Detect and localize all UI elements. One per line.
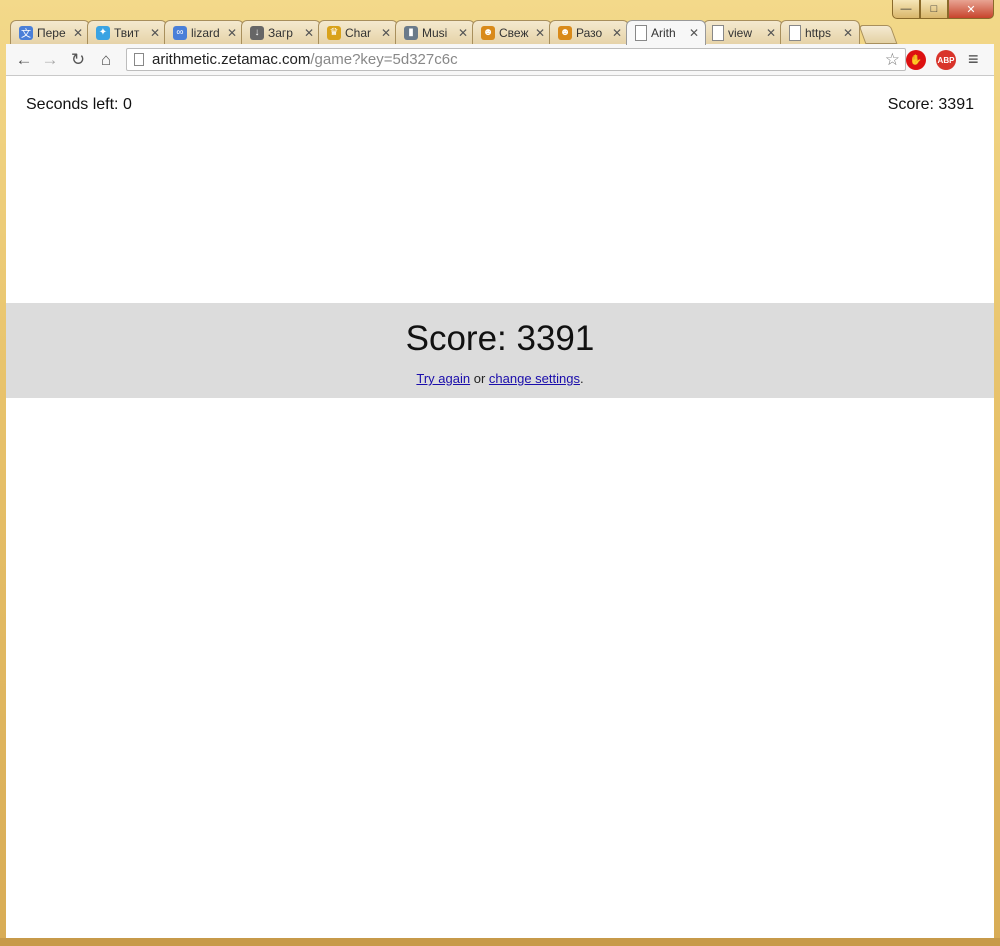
end-links: Try again or change settings. <box>6 371 994 386</box>
translate-icon: 文 <box>19 25 33 40</box>
page-icon <box>712 24 724 41</box>
tab-label: Char <box>345 25 372 40</box>
browser-window: — □ ✕ 文 Пере ✕ ✦ Твит ✕ ∞ lizard ✕ ↓ Загр ✕ ♛ Char ✕ ▮ M… <box>0 0 1000 946</box>
tab-close-icon[interactable]: ✕ <box>458 26 468 40</box>
tab-label: Твит <box>114 25 140 40</box>
tab-7[interactable]: ☻ Свеж ✕ <box>472 20 552 44</box>
tab-close-icon[interactable]: ✕ <box>304 26 314 40</box>
tab-8[interactable]: ☻ Разо ✕ <box>549 20 629 44</box>
tab-2[interactable]: ✦ Твит ✕ <box>87 20 167 44</box>
minimize-button[interactable]: — <box>892 0 920 19</box>
tab-label: Разо <box>576 25 603 40</box>
tab-label: Свеж <box>499 25 529 40</box>
tab-10[interactable]: view ✕ <box>703 20 783 44</box>
window-bottom-border <box>0 938 1000 946</box>
tab-label: Arith <box>651 26 676 40</box>
menu-icon[interactable]: ≡ <box>968 49 979 70</box>
home-button[interactable]: ⌂ <box>96 50 116 70</box>
face-icon: ☻ <box>558 25 572 40</box>
bookmark-star-icon[interactable]: ☆ <box>885 50 900 70</box>
tab-close-icon[interactable]: ✕ <box>612 26 622 40</box>
tab-4[interactable]: ↓ Загр ✕ <box>241 20 321 44</box>
game-over-banner: Score: 3391 Try again or change settings… <box>6 303 994 398</box>
tab-close-icon[interactable]: ✕ <box>689 26 699 40</box>
tab-6[interactable]: ▮ Musi ✕ <box>395 20 475 44</box>
current-score: Score: 3391 <box>887 96 974 113</box>
window-controls: — □ ✕ <box>892 0 994 20</box>
music-icon: ▮ <box>404 25 418 40</box>
browser-toolbar: ← → ↻ ⌂ arithmetic.zetamac.com/game?key=… <box>6 44 994 76</box>
new-tab-button[interactable] <box>858 25 898 44</box>
period-text: . <box>579 371 584 386</box>
stop-extension-icon[interactable]: ✋ <box>906 50 926 70</box>
tab-label: https <box>805 25 832 40</box>
link-icon: ∞ <box>173 25 187 40</box>
tab-close-icon[interactable]: ✕ <box>73 26 83 40</box>
tab-close-icon[interactable]: ✕ <box>766 26 776 40</box>
tab-5[interactable]: ♛ Char ✕ <box>318 20 398 44</box>
tab-strip: 文 Пере ✕ ✦ Твит ✕ ∞ lizard ✕ ↓ Загр ✕ ♛ Char ✕ ▮ Musi ✕ ☻ С… <box>6 18 946 45</box>
page-content: Seconds left: 0 Score: 3391 Score: 3391 … <box>6 76 994 938</box>
face-icon: ☻ <box>481 25 495 40</box>
tab-label: view <box>728 25 753 40</box>
url-host: arithmetic.zetamac.com <box>152 51 311 68</box>
tab-close-icon[interactable]: ✕ <box>227 26 237 40</box>
try-again-link[interactable]: Try again <box>416 371 470 386</box>
address-bar[interactable]: arithmetic.zetamac.com/game?key=5d327c6c… <box>126 48 906 71</box>
forward-button[interactable]: → <box>40 50 60 70</box>
tab-close-icon[interactable]: ✕ <box>535 26 545 40</box>
url-path: /game?key=5d327c6c <box>310 51 458 68</box>
page-icon <box>134 53 144 66</box>
close-window-button[interactable]: ✕ <box>948 0 994 19</box>
maximize-button[interactable]: □ <box>920 0 948 19</box>
tab-label: Пере <box>37 25 66 40</box>
page-icon <box>789 24 801 41</box>
tab-9[interactable]: Arith ✕ <box>626 20 706 45</box>
reload-button[interactable]: ↻ <box>68 50 88 70</box>
tab-label: Musi <box>422 25 448 40</box>
or-text: or <box>470 371 489 386</box>
crown-icon: ♛ <box>327 25 341 40</box>
tab-close-icon[interactable]: ✕ <box>150 26 160 40</box>
tab-close-icon[interactable]: ✕ <box>381 26 391 40</box>
tab-close-icon[interactable]: ✕ <box>843 26 853 40</box>
seconds-left: Seconds left: 0 <box>26 96 132 113</box>
tab-label: Загр <box>268 25 293 40</box>
tab-1[interactable]: 文 Пере ✕ <box>10 20 90 44</box>
download-icon: ↓ <box>250 25 264 40</box>
adblock-plus-icon[interactable]: ABP <box>936 50 956 70</box>
tab-11[interactable]: https ✕ <box>780 20 860 44</box>
tab-label: lizard <box>191 25 220 40</box>
tab-3[interactable]: ∞ lizard ✕ <box>164 20 244 44</box>
final-score: Score: 3391 <box>405 319 595 358</box>
change-settings-link[interactable]: change settings <box>489 371 580 386</box>
twitter-icon: ✦ <box>96 25 110 40</box>
page-icon <box>635 25 647 41</box>
back-button[interactable]: ← <box>14 50 34 70</box>
